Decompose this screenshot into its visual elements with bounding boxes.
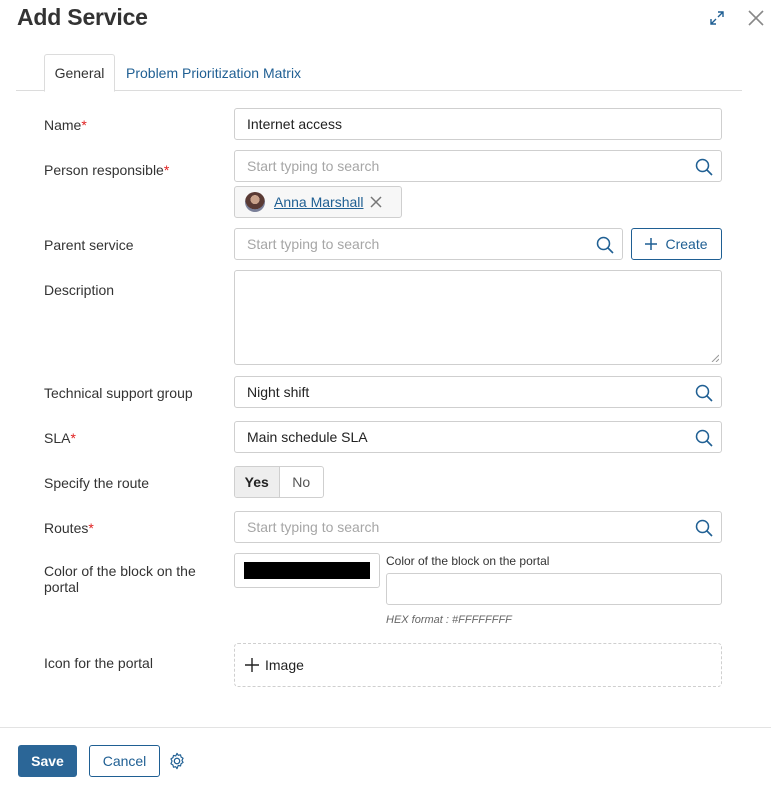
dialog-footer: Save Cancel [0, 727, 771, 785]
add-image-button[interactable]: Image [234, 643, 722, 687]
selected-user-chip: Anna Marshall [234, 186, 402, 218]
close-icon[interactable] [746, 8, 766, 28]
dialog-header: Add Service [0, 0, 771, 40]
avatar [245, 192, 265, 212]
sla-input[interactable]: Main schedule SLA [234, 421, 722, 453]
parent-service-label: Parent service [44, 237, 134, 253]
remove-icon[interactable] [369, 195, 383, 209]
routes-label: Routes* [44, 520, 94, 536]
create-button-label: Create [665, 236, 708, 252]
person-responsible-input[interactable]: Start typing to search [234, 150, 722, 182]
routes-input[interactable]: Start typing to search [234, 511, 722, 543]
parent-service-placeholder: Start typing to search [247, 236, 380, 252]
expand-icon[interactable] [707, 8, 727, 28]
color-swatch [244, 562, 370, 579]
search-icon[interactable] [695, 429, 713, 447]
sla-label: SLA* [44, 430, 76, 446]
routes-placeholder: Start typing to search [247, 519, 380, 535]
portal-icon-label: Icon for the portal [44, 655, 153, 671]
dialog-title: Add Service [17, 4, 148, 30]
parent-service-input[interactable]: Start typing to search [234, 228, 623, 260]
specify-route-yes[interactable]: Yes [235, 467, 280, 497]
selected-user-name[interactable]: Anna Marshall [274, 194, 364, 210]
hex-format-hint: HEX format : #FFFFFFFF [386, 614, 512, 626]
plus-icon [645, 238, 658, 250]
name-input[interactable]: Internet access [234, 108, 722, 140]
specify-route-no[interactable]: No [280, 467, 324, 497]
cancel-button[interactable]: Cancel [89, 745, 160, 777]
name-label: Name* [44, 117, 87, 133]
add-image-label: Image [265, 657, 304, 673]
specify-route-label: Specify the route [44, 475, 150, 491]
hex-field-label: Color of the block on the portal [386, 554, 550, 568]
hex-input[interactable] [386, 573, 722, 605]
tab-problem-prioritization-matrix[interactable]: Problem Prioritization Matrix [126, 54, 301, 91]
block-color-label: Color of the block on the portal [44, 563, 196, 595]
description-label: Description [44, 282, 115, 298]
tab-bar: General Problem Prioritization Matrix [16, 54, 742, 92]
save-button[interactable]: Save [18, 745, 77, 777]
tech-support-group-label: Technical support group [44, 385, 193, 401]
tech-support-group-input[interactable]: Night shift [234, 376, 722, 408]
search-icon[interactable] [596, 236, 614, 254]
tab-general[interactable]: General [44, 54, 115, 92]
create-button[interactable]: Create [631, 228, 722, 260]
plus-icon [245, 658, 259, 672]
resize-handle-icon[interactable] [711, 354, 719, 362]
description-textarea[interactable] [234, 270, 722, 365]
gear-icon[interactable] [168, 752, 186, 770]
color-picker[interactable] [234, 553, 380, 588]
person-responsible-label: Person responsible* [44, 162, 170, 178]
search-icon[interactable] [695, 519, 713, 537]
search-icon[interactable] [695, 384, 713, 402]
sla-value: Main schedule SLA [247, 429, 368, 445]
name-value: Internet access [247, 116, 342, 132]
person-responsible-placeholder: Start typing to search [247, 158, 380, 174]
search-icon[interactable] [695, 158, 713, 176]
specify-route-toggle: Yes No [234, 466, 324, 498]
tech-support-group-value: Night shift [247, 384, 310, 400]
